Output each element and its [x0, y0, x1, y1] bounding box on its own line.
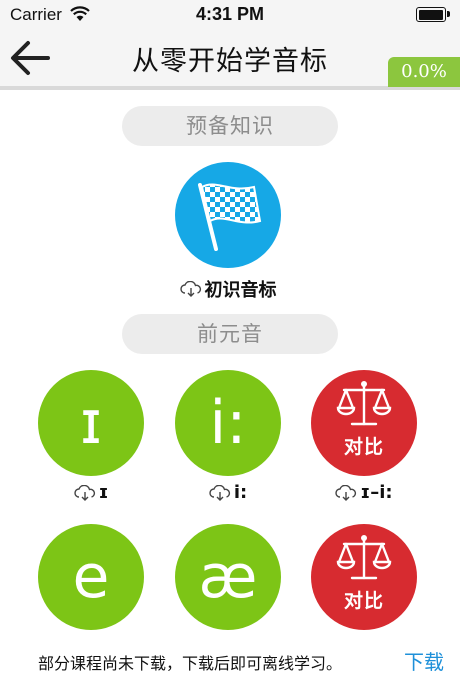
compare-i-label: ɪ–i: [289, 482, 439, 503]
status-bar: Carrier 4:31 PM [0, 0, 460, 30]
lesson-intro-text: 初识音标 [204, 280, 277, 301]
lesson-intro-button[interactable] [175, 162, 281, 268]
offline-message: 部分课程尚未下载，下载后即可离线学习。 [38, 654, 343, 673]
vowel-e-symbol: e [72, 542, 110, 612]
vowel-e-button[interactable]: e [38, 524, 144, 630]
compare-e-button[interactable]: 对比 [311, 524, 417, 630]
vowel-ae-button[interactable]: æ [175, 524, 281, 630]
vowel-i-long-symbol: i: [209, 388, 247, 458]
section-header-front-vowels: 前元音 [122, 314, 338, 354]
cloud-download-icon [179, 281, 201, 297]
compare-i-label-text: ɪ–i: [360, 482, 393, 503]
nav-bar: 从零开始学音标 0.0% [0, 30, 460, 90]
balance-scale-icon [336, 535, 392, 580]
vowel-i-short-button[interactable]: ɪ [38, 370, 144, 476]
vowel-ae-symbol: æ [198, 542, 258, 612]
compare-i-text: 对比 [343, 436, 384, 458]
cloud-download-icon [73, 484, 95, 501]
cloud-download-icon [209, 484, 230, 501]
lesson-intro-label: 初识音标 [153, 276, 303, 302]
clock: 4:31 PM [195, 4, 265, 24]
section-header-preparation: 预备知识 [122, 106, 338, 146]
cloud-download-icon [335, 484, 357, 501]
compare-e-text: 对比 [343, 590, 384, 612]
vowel-i-long-label: i: [153, 482, 303, 503]
vowel-i-short-label: ɪ [16, 482, 166, 503]
checkered-flag-icon [198, 183, 262, 251]
vowel-i-long-button[interactable]: i: [175, 370, 281, 476]
vowel-i-long-text: i: [233, 482, 248, 503]
vowel-i-short-symbol: ɪ [79, 388, 103, 458]
battery-icon [416, 7, 450, 22]
progress-badge: 0.0% [388, 57, 460, 87]
download-button[interactable]: 下载 [404, 646, 444, 675]
download-bar: 部分课程尚未下载，下载后即可离线学习。 下载 [0, 640, 460, 690]
compare-i-button[interactable]: 对比 [311, 370, 417, 476]
vowel-i-short-text: ɪ [98, 482, 109, 503]
balance-scale-icon [336, 381, 392, 426]
